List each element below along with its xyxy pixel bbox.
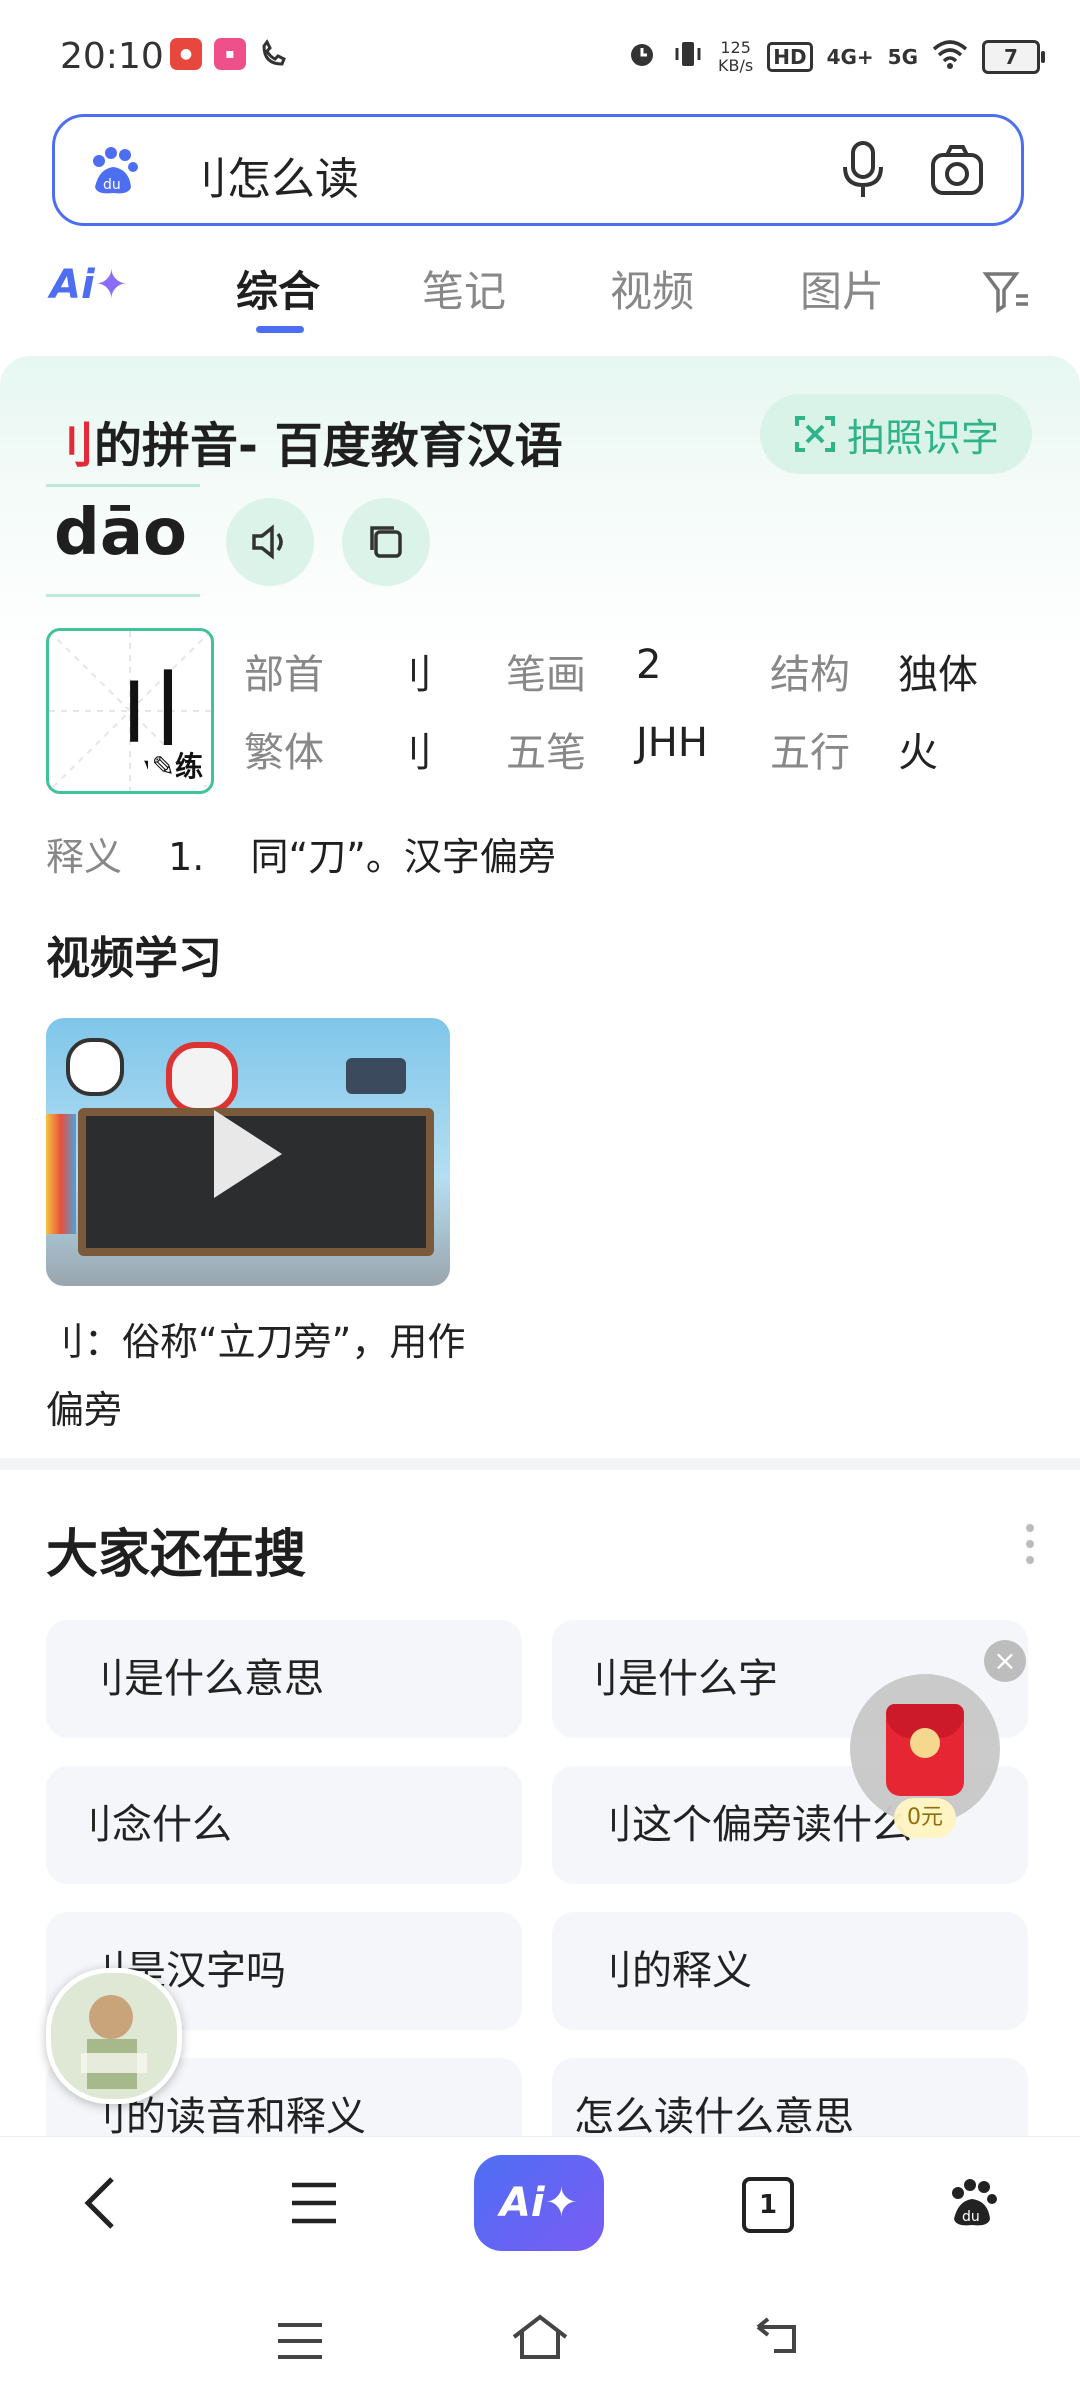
net-speed: 125 KB/s	[718, 37, 754, 75]
pinyin-guide-line	[46, 484, 200, 487]
traditional-v: 刂	[392, 730, 432, 776]
strokes-v: 2	[636, 642, 662, 688]
radical-v: 刂	[392, 652, 432, 698]
red-envelope-amount: 0元	[894, 1798, 956, 1838]
net-speed-unit: KB/s	[718, 55, 754, 75]
menu-icon[interactable]	[288, 2181, 340, 2229]
missed-call-icon	[258, 38, 290, 74]
baidu-home-icon[interactable]: du	[944, 2175, 1000, 2235]
back-icon[interactable]	[80, 2175, 120, 2235]
svg-text:du: du	[103, 177, 121, 193]
red-envelope-float[interactable]: 0元	[850, 1674, 1000, 1838]
wubi-k: 五笔	[506, 730, 586, 776]
status-bar: 20:10 ● ▪ 125 KB/s HD 4G+ 5G 7	[0, 0, 1080, 110]
tab-all[interactable]: 综合	[236, 258, 320, 319]
video-caption[interactable]: 刂：俗称“立刀旁”，用作偏旁	[46, 1308, 466, 1444]
system-back-icon[interactable]	[754, 2317, 810, 2365]
sparkle-icon: ✦	[544, 2180, 579, 2226]
video-section-title: 视频学习	[46, 933, 222, 984]
card-title[interactable]: 刂的拼音- 百度教育汉语	[46, 406, 563, 476]
active-tab-indicator	[256, 326, 304, 333]
tab-notes[interactable]: 笔记	[422, 258, 506, 319]
pinyin-guide-line	[46, 594, 200, 597]
system-menu-icon[interactable]	[276, 2321, 324, 2365]
calculator-decoration	[346, 1058, 406, 1094]
app-notification-icon: ▪	[214, 38, 246, 70]
sparkle-icon: ✦	[94, 262, 129, 308]
practice-button[interactable]: ✎练	[147, 745, 207, 785]
pencils-decoration	[46, 1114, 76, 1234]
vibrate-icon	[672, 38, 704, 75]
also-searched-title: 大家还在搜	[46, 1525, 307, 1585]
speaker-icon	[252, 524, 283, 560]
microphone-icon[interactable]	[835, 139, 891, 201]
tabs-count-button[interactable]: 1	[742, 2177, 794, 2233]
battery-indicator: 7	[982, 39, 1045, 74]
related-search-chip[interactable]: 刂念什么	[46, 1766, 522, 1884]
play-icon[interactable]	[214, 1110, 282, 1198]
svg-text:du: du	[962, 2209, 980, 2225]
alarm-icon	[626, 38, 658, 75]
red-envelope-icon	[886, 1704, 964, 1796]
practice-label: 练	[174, 750, 203, 783]
traditional-k: 繁体	[244, 730, 324, 776]
wubi-v: JHH	[636, 720, 708, 766]
pronounce-button[interactable]	[226, 498, 314, 586]
radical-k: 部首	[244, 652, 324, 698]
bottom-toolbar: Ai✦ 1 du	[0, 2136, 1080, 2389]
search-input[interactable]: 刂怎么读	[183, 143, 359, 207]
card-title-text: 的拼音- 百度教育汉语	[94, 418, 563, 474]
baidu-paw-icon: du	[85, 143, 141, 199]
dictionary-card: 刂的拼音- 百度教育汉语 拍照识字 dāo 刂 ✎练 部首 刂 笔画 2 结构 …	[0, 356, 1080, 1446]
related-search-chip[interactable]: 刂的释义	[552, 1912, 1028, 2030]
meaning-label: 释义	[46, 835, 123, 879]
tab-ai-label: Ai	[50, 262, 95, 308]
filter-icon[interactable]	[982, 270, 1032, 318]
camera-icon[interactable]	[927, 141, 987, 201]
search-box[interactable]: du 刂怎么读	[52, 114, 1024, 226]
structure-v: 独体	[898, 652, 978, 698]
app-notification-icon: ●	[170, 38, 202, 70]
wuxing-v: 火	[898, 730, 938, 776]
ai-button-label: Ai	[499, 2180, 545, 2226]
video-thumbnail[interactable]	[46, 1018, 450, 1286]
wuxing-k: 五行	[770, 730, 850, 776]
structure-k: 结构	[770, 652, 850, 698]
character-practice-box[interactable]: 刂 ✎练	[46, 628, 214, 794]
section-divider	[0, 1458, 1080, 1470]
clock-decoration	[166, 1042, 238, 1114]
meaning: 释义 1. 同“刀”。汉字偏旁	[46, 826, 556, 881]
pinyin: dāo	[54, 496, 187, 570]
more-options-icon[interactable]	[1026, 1524, 1034, 1572]
photo-recognize-label: 拍照识字	[846, 415, 999, 460]
pencil-icon: ✎	[151, 750, 175, 783]
net-speed-value: 125	[720, 37, 751, 57]
system-home-icon[interactable]	[510, 2311, 570, 2367]
notification-icons: ● ▪	[170, 38, 290, 74]
hd-badge: HD	[767, 41, 813, 72]
tab-images[interactable]: 图片	[800, 258, 884, 319]
search-tabs: Ai✦ 综合 笔记 视频 图片	[0, 250, 1080, 340]
tab-videos[interactable]: 视频	[610, 258, 694, 319]
signal-sim2: 5G	[887, 44, 918, 69]
photo-recognize-button[interactable]: 拍照识字	[760, 394, 1032, 474]
avatar[interactable]	[46, 1968, 182, 2104]
card-title-char: 刂	[46, 418, 95, 474]
ai-assistant-button[interactable]: Ai✦	[474, 2155, 604, 2251]
meaning-text: 同“刀”。汉字偏旁	[250, 835, 556, 879]
status-time: 20:10	[60, 36, 164, 77]
avatar-image	[51, 1973, 177, 2099]
wifi-icon	[932, 39, 968, 74]
signal-sim1: 4G+	[826, 44, 874, 69]
copy-button[interactable]	[342, 498, 430, 586]
scan-icon	[794, 416, 835, 452]
close-icon[interactable]: ×	[984, 1640, 1026, 1682]
strokes-k: 笔画	[506, 652, 586, 698]
meaning-number: 1.	[168, 835, 205, 879]
related-search-chip[interactable]: 刂是什么意思	[46, 1620, 522, 1738]
status-right: 125 KB/s HD 4G+ 5G 7	[626, 37, 1045, 75]
copy-icon	[370, 526, 402, 558]
ball-decoration	[66, 1038, 124, 1096]
tab-ai[interactable]: Ai✦	[50, 262, 128, 308]
